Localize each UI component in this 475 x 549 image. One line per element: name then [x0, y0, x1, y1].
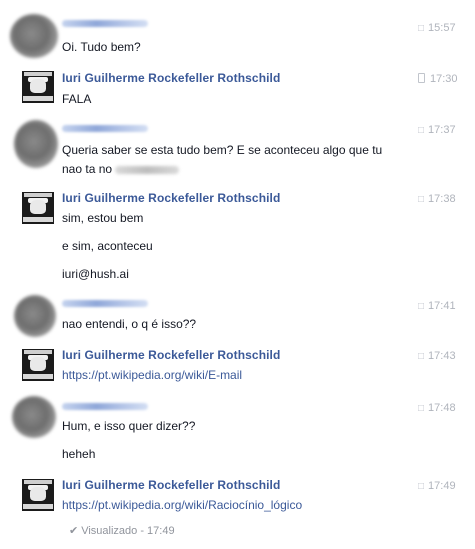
message-timestamp: □ 17:41 — [418, 300, 456, 312]
message-text: nao ta no — [62, 162, 180, 176]
message-timestamp: □ 17:38 — [418, 193, 456, 205]
sender-name[interactable]: Iuri Guilherme Rockefeller Rothschild — [62, 478, 280, 492]
chat-bubble-icon: □ — [418, 481, 425, 492]
avatar[interactable] — [22, 349, 54, 381]
message-text: sim, estou bem — [62, 211, 144, 225]
avatar[interactable] — [12, 396, 56, 438]
message-text: Oi. Tudo bem? — [62, 40, 141, 54]
sender-name[interactable]: Iuri Guilherme Rockefeller Rothschild — [62, 191, 280, 205]
chat-bubble-icon: □ — [418, 125, 425, 136]
avatar[interactable] — [22, 192, 54, 224]
message-text: FALA — [62, 92, 92, 106]
link[interactable]: https://pt.wikipedia.org/wiki/E-mail — [62, 368, 242, 382]
message-text: e sim, aconteceu — [62, 239, 153, 253]
redacted-text — [115, 166, 180, 174]
message-text: iuri@hush.ai — [62, 267, 129, 281]
message-timestamp: □ 17:49 — [418, 480, 456, 492]
avatar[interactable] — [22, 71, 54, 103]
avatar[interactable] — [14, 120, 58, 168]
sender-name-redacted[interactable] — [62, 403, 148, 410]
chat-bubble-icon: □ — [418, 403, 425, 414]
message-timestamp: □ 17:43 — [418, 350, 456, 362]
chat-bubble-icon: □ — [418, 301, 425, 312]
message-timestamp: □ 17:48 — [418, 402, 456, 414]
message-link[interactable]: https://pt.wikipedia.org/wiki/E-mail — [62, 368, 242, 382]
seen-status: ✔ Visualizado - 17:49 — [69, 525, 175, 537]
chat-bubble-icon: □ — [418, 351, 425, 362]
chat-bubble-icon: □ — [418, 194, 425, 205]
message-timestamp: □ 17:37 — [418, 124, 456, 136]
message-text: heheh — [62, 447, 96, 461]
sender-name[interactable]: Iuri Guilherme Rockefeller Rothschild — [62, 71, 280, 85]
avatar[interactable] — [22, 479, 54, 511]
sender-name-redacted[interactable] — [62, 300, 148, 307]
sender-name-redacted[interactable] — [62, 20, 148, 27]
message-text: nao entendi, o q é isso?? — [62, 317, 197, 331]
avatar[interactable] — [14, 295, 56, 337]
sender-name[interactable]: Iuri Guilherme Rockefeller Rothschild — [62, 348, 280, 362]
link[interactable]: https://pt.wikipedia.org/wiki/Raciocínio… — [62, 498, 302, 512]
message-text: Queria saber se esta tudo bem? E se acon… — [62, 143, 383, 157]
avatar[interactable] — [10, 14, 58, 58]
message-timestamp: 17:30 — [418, 73, 458, 85]
check-icon: ✔ — [69, 525, 79, 537]
mobile-phone-icon — [418, 73, 425, 83]
message-timestamp: □ 15:57 — [418, 22, 456, 34]
chat-bubble-icon: □ — [418, 23, 425, 34]
message-text: Hum, e isso quer dizer?? — [62, 419, 196, 433]
message-link[interactable]: https://pt.wikipedia.org/wiki/Raciocínio… — [62, 498, 302, 512]
sender-name-redacted[interactable] — [62, 125, 148, 132]
